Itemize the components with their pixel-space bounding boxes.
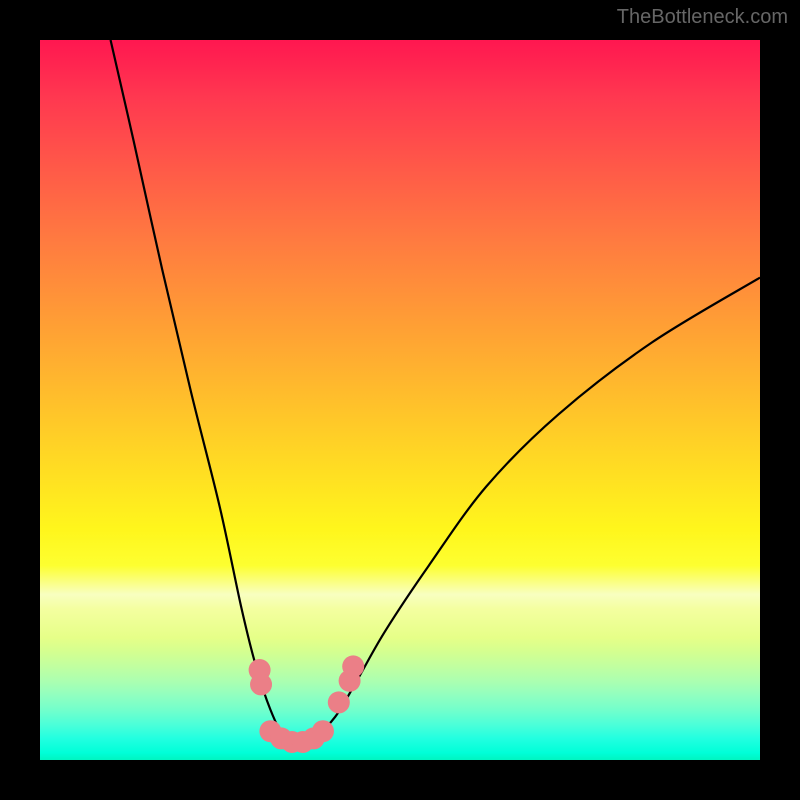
curve-line	[111, 40, 760, 746]
data-marker	[328, 691, 350, 713]
chart-svg	[40, 40, 760, 760]
bottleneck-curve	[111, 40, 760, 746]
data-markers	[249, 655, 365, 753]
data-marker	[342, 655, 364, 677]
data-marker	[250, 673, 272, 695]
watermark-text: TheBottleneck.com	[617, 6, 788, 29]
plot-area	[40, 40, 760, 760]
data-marker	[312, 720, 334, 742]
